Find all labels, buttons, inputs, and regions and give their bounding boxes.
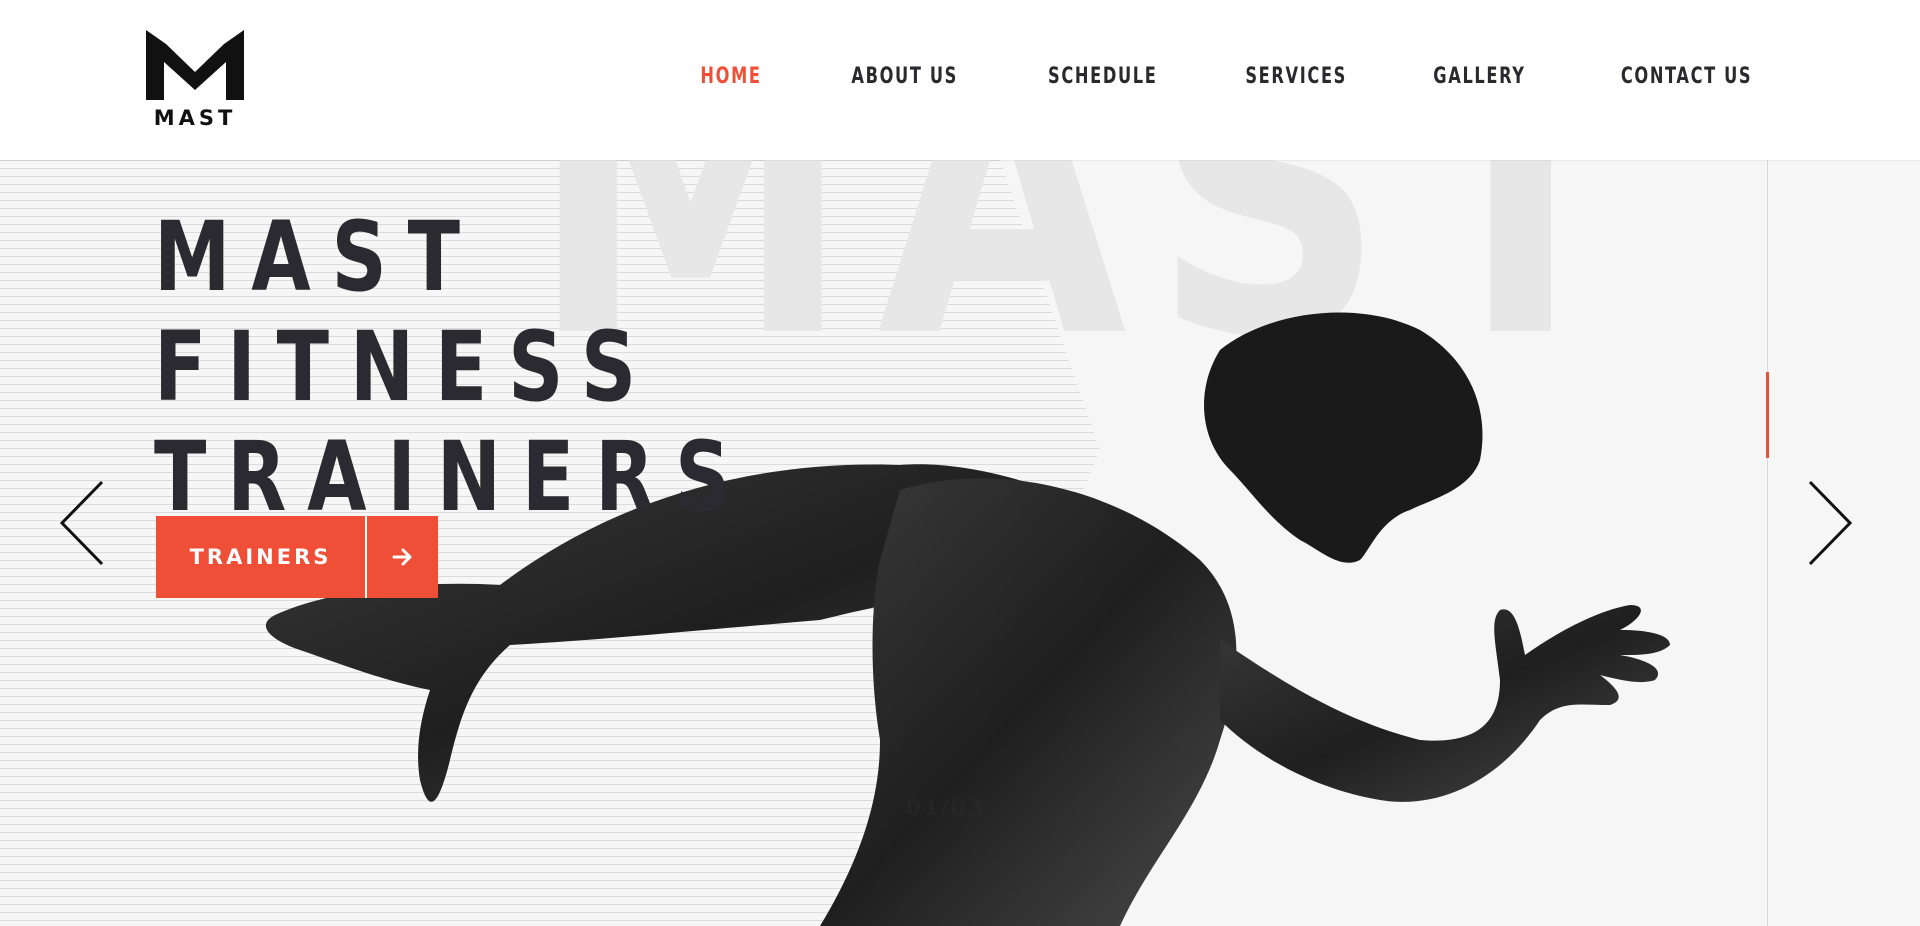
hero-slider: MAST MAST FITNESS TRAINERS TRAINERS 01/0… xyxy=(0,160,1920,926)
hero-title-line: MAST xyxy=(154,201,481,313)
nav-item-contact-us[interactable]: CONTACT US xyxy=(1621,64,1752,89)
logo[interactable]: MAST xyxy=(146,30,244,130)
logo-m-icon xyxy=(146,30,244,100)
chevron-left-icon[interactable] xyxy=(56,478,106,568)
hero-title: MAST FITNESS TRAINERS xyxy=(154,202,900,532)
nav-item-services[interactable]: SERVICES xyxy=(1245,64,1347,89)
slider-progress-indicator xyxy=(1766,372,1769,458)
logo-text: MAST xyxy=(153,106,237,130)
trainers-button-label[interactable]: TRAINERS xyxy=(156,516,365,598)
arrow-right-icon[interactable] xyxy=(367,516,438,598)
chevron-right-icon[interactable] xyxy=(1806,478,1856,568)
slide-counter: 01/03 xyxy=(906,796,986,821)
main-nav: HOME ABOUT US SCHEDULE SERVICES GALLERY … xyxy=(621,64,1752,89)
nav-item-gallery[interactable]: GALLERY xyxy=(1433,64,1525,89)
nav-item-home[interactable]: HOME xyxy=(700,64,761,89)
nav-item-about-us[interactable]: ABOUT US xyxy=(851,64,958,89)
hero-title-line: FITNESS xyxy=(154,311,657,423)
slider-divider xyxy=(1767,160,1768,926)
nav-item-schedule[interactable]: SCHEDULE xyxy=(1048,64,1157,89)
site-header: MAST HOME ABOUT US SCHEDULE SERVICES GAL… xyxy=(0,0,1920,160)
trainers-button[interactable]: TRAINERS xyxy=(156,516,438,598)
